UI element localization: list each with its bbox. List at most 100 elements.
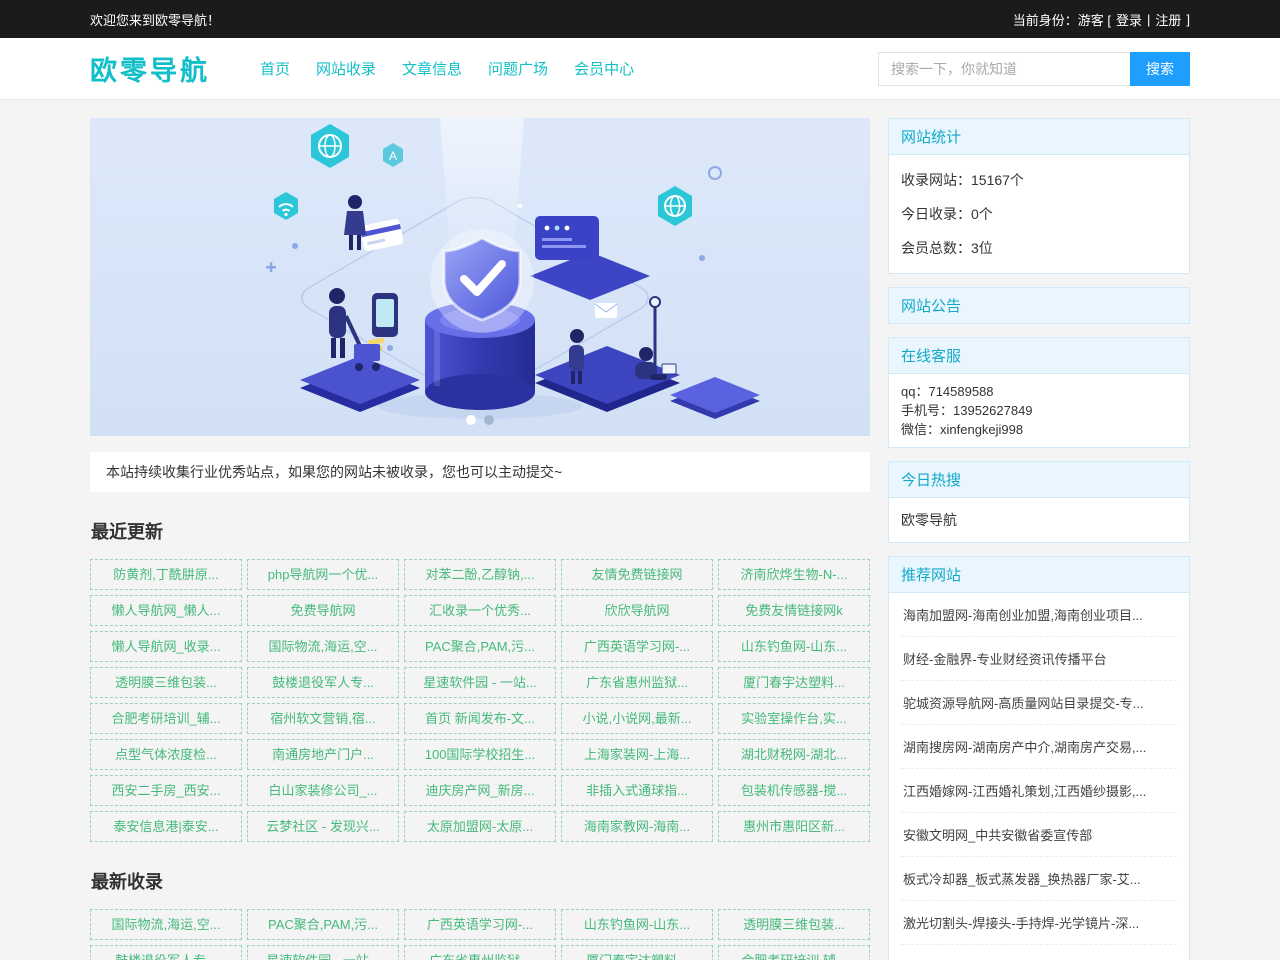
main-column: A (90, 118, 870, 960)
panel-title-site-stats: 网站统计 (889, 119, 1189, 155)
nav-item[interactable]: 会员中心 (574, 58, 634, 79)
panel-customer-service: 在线客服 qq：714589588手机号：13952627849微信：xinfe… (888, 337, 1190, 448)
recent-updates-title: 最近更新 (91, 518, 870, 544)
site-link[interactable]: 海南家教网-海南... (561, 811, 713, 842)
site-link[interactable]: 湖北财税网-湖北... (718, 739, 870, 770)
site-link[interactable]: 山东钓鱼网-山东... (561, 909, 713, 940)
contact-row: 手机号：13952627849 (901, 401, 1177, 420)
site-logo[interactable]: 欧零导航 (90, 49, 210, 88)
main-nav: 首页 网站收录 文章信息 问题广场 会员中心 (260, 58, 634, 79)
welcome-text: 欢迎您来到欧零导航！ (90, 10, 220, 29)
site-link[interactable]: 国际物流,海运,空... (247, 631, 399, 662)
site-link[interactable]: 汇收录一个优秀... (404, 595, 556, 626)
site-link[interactable]: 山东钓鱼网-山东... (718, 631, 870, 662)
site-link[interactable]: 南通房地产门户... (247, 739, 399, 770)
recommended-site-link[interactable]: 洛灵导航网 - 最全面的实用导航网站 (901, 945, 1177, 960)
site-link[interactable]: 惠州市惠阳区新... (718, 811, 870, 842)
site-link[interactable]: 上海家装网-上海... (561, 739, 713, 770)
recommended-site-link[interactable]: 江西婚嫁网-江西婚礼策划,江西婚纱摄影,... (901, 769, 1177, 813)
nav-item[interactable]: 问题广场 (488, 58, 548, 79)
nav-item[interactable]: 网站收录 (316, 58, 376, 79)
login-link[interactable]: 登录 (1116, 10, 1142, 29)
panel-hot-search: 今日热搜 欧零导航 (888, 461, 1190, 543)
search-box: 搜索 (878, 52, 1190, 86)
hot-search-link[interactable]: 欧零导航 (901, 506, 1177, 534)
identity-prefix: 当前身份：游客 [ (1013, 10, 1111, 29)
panel-recommended-sites: 推荐网站 海南加盟网-海南创业加盟,海南创业项目...财经-金融界-专业财经资讯… (888, 556, 1190, 960)
carousel-dot-2[interactable] (484, 415, 494, 425)
site-link[interactable]: 星速软件园 - 一站... (404, 667, 556, 698)
stat-row: 会员总数：3位 (901, 231, 1177, 265)
site-link[interactable]: 欣欣导航网 (561, 595, 713, 626)
hero-illustration: A (90, 118, 870, 436)
site-link[interactable]: 广西英语学习网-... (404, 909, 556, 940)
identity-suffix: ] (1186, 12, 1190, 27)
site-link[interactable]: 非插入式通球指... (561, 775, 713, 806)
site-link[interactable]: 透明膜三维包装... (90, 667, 242, 698)
site-link[interactable]: 鼓楼退役军人专... (247, 667, 399, 698)
site-link[interactable]: 济南欣烨生物-N-... (718, 559, 870, 590)
site-link[interactable]: 国际物流,海运,空... (90, 909, 242, 940)
site-stats-body: 收录网站：15167个今日收录：0个会员总数：3位 (889, 155, 1189, 273)
carousel-dot-1[interactable] (466, 415, 476, 425)
recommended-site-link[interactable]: 安徽文明网_中共安徽省委宣传部 (901, 813, 1177, 857)
site-link[interactable]: 云梦社区 - 发现兴... (247, 811, 399, 842)
identity-divider: | (1147, 12, 1150, 27)
register-link[interactable]: 注册 (1155, 10, 1181, 29)
nav-item[interactable]: 文章信息 (402, 58, 462, 79)
site-link[interactable]: 友情免费链接网 (561, 559, 713, 590)
recommended-site-link[interactable]: 激光切割头-焊接头-手持焊-光学镜片-深... (901, 901, 1177, 945)
site-link[interactable]: 鼓楼退役军人专... (90, 945, 242, 960)
site-link[interactable]: 免费友情链接网k (718, 595, 870, 626)
site-link[interactable]: 迪庆房产网_新房... (404, 775, 556, 806)
carousel-dots (466, 415, 494, 425)
site-link[interactable]: 包装机传感器-搅... (718, 775, 870, 806)
site-link[interactable]: 广东省惠州监狱... (561, 667, 713, 698)
panel-title-announcement: 网站公告 (889, 288, 1189, 323)
site-link[interactable]: PAC聚合,PAM,污... (404, 631, 556, 662)
site-link[interactable]: 厦门春宇达塑料... (561, 945, 713, 960)
site-link[interactable]: 广东省惠州监狱... (404, 945, 556, 960)
customer-service-body: qq：714589588手机号：13952627849微信：xinfengkej… (889, 374, 1189, 447)
site-link[interactable]: 对苯二酚,乙醇钠,... (404, 559, 556, 590)
site-link[interactable]: 防黄剂,丁酰肼原... (90, 559, 242, 590)
site-link[interactable]: 西安二手房_西安... (90, 775, 242, 806)
site-link[interactable]: 懒人导航网_懒人... (90, 595, 242, 626)
site-link[interactable]: 免费导航网 (247, 595, 399, 626)
site-link[interactable]: 合肥考研培训 辅... (718, 945, 870, 960)
recommended-site-link[interactable]: 湖南搜房网-湖南房产中介,湖南房产交易,... (901, 725, 1177, 769)
site-link[interactable]: 懒人导航网_收录... (90, 631, 242, 662)
site-link[interactable]: php导航网一个优... (247, 559, 399, 590)
search-button[interactable]: 搜索 (1130, 52, 1190, 86)
site-link[interactable]: 小说,小说网,最新... (561, 703, 713, 734)
site-link[interactable]: 合肥考研培训_辅... (90, 703, 242, 734)
site-link[interactable]: 星速软件园 - 一站... (247, 945, 399, 960)
site-link[interactable]: 宿州软文营销,宿... (247, 703, 399, 734)
site-link[interactable]: 厦门春宇达塑料... (718, 667, 870, 698)
site-link[interactable]: 点型气体浓度检... (90, 739, 242, 770)
site-link[interactable]: 广西英语学习网-... (561, 631, 713, 662)
site-link[interactable]: 太原加盟网-太原... (404, 811, 556, 842)
recent-updates-section: 最近更新 防黄剂,丁酰肼原...php导航网一个优...对苯二酚,乙醇钠,...… (90, 518, 870, 842)
site-link[interactable]: PAC聚合,PAM,污... (247, 909, 399, 940)
svg-text:A: A (389, 149, 397, 163)
recommended-site-link[interactable]: 驼城资源导航网-高质量网站目录提交-专... (901, 681, 1177, 725)
panel-announcement: 网站公告 (888, 287, 1190, 324)
site-link[interactable]: 透明膜三维包装... (718, 909, 870, 940)
recommended-site-link[interactable]: 海南加盟网-海南创业加盟,海南创业项目... (901, 593, 1177, 637)
recommended-site-link[interactable]: 板式冷却器_板式蒸发器_换热器厂家-艾... (901, 857, 1177, 901)
panel-title-recommended-sites: 推荐网站 (889, 557, 1189, 593)
recommended-site-link[interactable]: 财经-金融界-专业财经资讯传播平台 (901, 637, 1177, 681)
search-input[interactable] (878, 52, 1130, 86)
site-link[interactable]: 首页 新闻发布-文... (404, 703, 556, 734)
recent-updates-grid: 防黄剂,丁酰肼原...php导航网一个优...对苯二酚,乙醇钠,...友情免费链… (90, 559, 870, 842)
site-link[interactable]: 100国际学校招生... (404, 739, 556, 770)
submit-notice: 本站持续收集行业优秀站点，如果您的网站未被收录，您也可以主动提交~ (90, 452, 870, 492)
site-link[interactable]: 泰安信息港|泰安... (90, 811, 242, 842)
nav-item[interactable]: 首页 (260, 58, 290, 79)
site-link[interactable]: 白山家装修公司_... (247, 775, 399, 806)
panel-title-customer-service: 在线客服 (889, 338, 1189, 374)
hot-search-body: 欧零导航 (889, 498, 1189, 542)
site-link[interactable]: 实验室操作台,实... (718, 703, 870, 734)
newest-inclusions-grid: 国际物流,海运,空...PAC聚合,PAM,污...广西英语学习网-...山东钓… (90, 909, 870, 960)
